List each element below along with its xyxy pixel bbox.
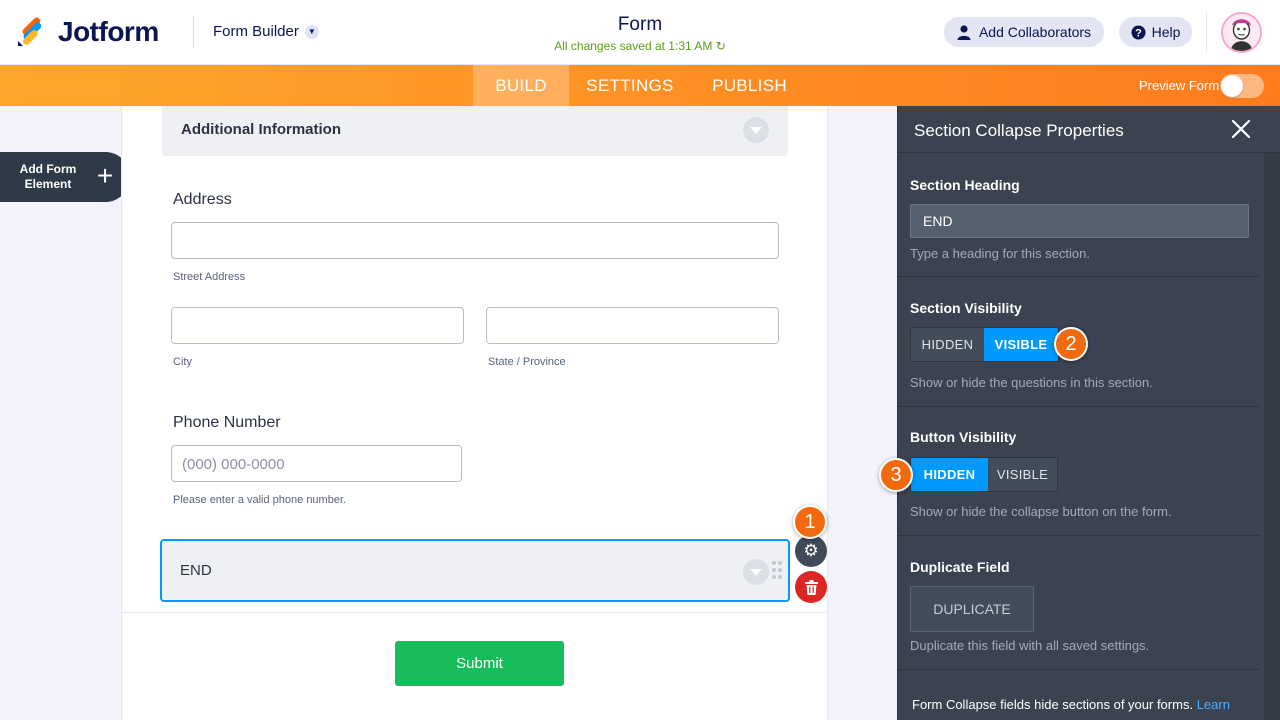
section-hidden-option[interactable]: HIDDEN (911, 328, 984, 361)
city-input[interactable] (171, 307, 464, 344)
trash-icon (804, 579, 818, 595)
prop-section-heading: Section Heading END Type a heading for t… (898, 153, 1260, 277)
collapse-caret-icon[interactable] (743, 559, 769, 585)
prop-title: Button Visibility (910, 429, 1017, 445)
add-collaborators-button[interactable]: Add Collaborators (944, 17, 1104, 47)
preview-form-toggle[interactable] (1220, 74, 1264, 98)
panel-title: Section Collapse Properties (914, 121, 1124, 140)
add-collaborators-label: Add Collaborators (978, 24, 1092, 40)
state-sublabel: State / Province (488, 356, 566, 368)
avatar-image (1223, 14, 1260, 51)
prop-title: Section Heading (910, 177, 1020, 193)
address-label: Address (173, 191, 232, 208)
prop-help: Type a heading for this section. (910, 246, 1090, 261)
prop-title: Section Visibility (910, 300, 1022, 316)
delete-field-button[interactable] (795, 571, 827, 603)
prop-title: Duplicate Field (910, 559, 1010, 575)
collapse-caret-icon[interactable] (743, 117, 769, 143)
help-icon: ? (1131, 25, 1146, 39)
street-address-sublabel: Street Address (173, 271, 246, 283)
section-collapse-end[interactable]: END (160, 539, 790, 602)
gear-icon: ⚙ (803, 541, 819, 560)
save-status-text: All changes saved at 1:31 AM (554, 39, 713, 53)
preview-form-label: Preview Form (1139, 78, 1220, 93)
refresh-icon: ↻ (715, 39, 726, 53)
step-badge-1: 1 (793, 505, 827, 539)
state-input[interactable] (486, 307, 779, 344)
section-visibility-toggle: HIDDEN VISIBLE (910, 327, 1059, 362)
prop-help: Show or hide the questions in this secti… (910, 375, 1153, 390)
canvas-divider (122, 612, 827, 613)
step-badge-3: 3 (879, 458, 913, 492)
button-visibility-toggle: HIDDEN VISIBLE (910, 457, 1058, 492)
note-text: Form Collapse fields hide sections of yo… (912, 697, 1194, 712)
properties-panel: Section Collapse Properties Section Head… (897, 106, 1280, 720)
prop-help: Duplicate this field with all saved sett… (910, 638, 1150, 653)
panel-scrollbar[interactable] (1264, 153, 1280, 720)
prop-duplicate-field: Duplicate Field DUPLICATE Duplicate this… (898, 536, 1260, 670)
section-heading-input[interactable]: END (910, 204, 1249, 238)
prop-help: Show or hide the collapse button on the … (910, 504, 1172, 519)
duplicate-button[interactable]: DUPLICATE (910, 586, 1034, 632)
phone-input[interactable]: (000) 000-0000 (171, 445, 462, 482)
panel-header: Section Collapse Properties (898, 106, 1280, 153)
tab-build[interactable]: BUILD (473, 65, 569, 106)
section-visible-option[interactable]: VISIBLE (984, 328, 1058, 361)
button-hidden-option[interactable]: HIDDEN (911, 458, 988, 491)
help-label: Help (1151, 24, 1181, 40)
learn-more-link[interactable]: Learn (1197, 697, 1230, 712)
phone-label: Phone Number (173, 414, 281, 431)
section-title: Additional Information (181, 121, 341, 138)
close-icon[interactable] (1230, 118, 1252, 140)
button-visible-option[interactable]: VISIBLE (988, 458, 1057, 491)
panel-info-note: Form Collapse fields hide sections of yo… (912, 697, 1230, 712)
user-icon (957, 24, 971, 40)
header-divider-right (1206, 12, 1207, 52)
help-button[interactable]: ? Help (1119, 17, 1192, 47)
builder-nav: BUILD SETTINGS PUBLISH Preview Form (0, 65, 1280, 106)
field-properties-gear-button[interactable]: ⚙ (795, 535, 827, 567)
city-sublabel: City (173, 356, 192, 368)
avatar[interactable] (1221, 12, 1262, 53)
street-address-input[interactable] (171, 222, 779, 259)
add-form-element-label: Add Form Element (19, 162, 77, 191)
phone-sublabel: Please enter a valid phone number. (173, 494, 347, 506)
top-header: Jotform Form Builder ▼ Form All changes … (0, 0, 1280, 65)
tab-settings[interactable]: SETTINGS (580, 65, 680, 106)
drag-handle-icon[interactable] (772, 561, 782, 579)
svg-text:?: ? (1135, 27, 1142, 39)
add-form-element-button[interactable]: Add Form Element + (0, 152, 130, 202)
prop-button-visibility: Button Visibility HIDDEN VISIBLE Show or… (898, 407, 1260, 536)
submit-button[interactable]: Submit (395, 641, 564, 686)
phone-placeholder: (000) 000-0000 (182, 456, 285, 473)
step-badge-2: 2 (1054, 327, 1088, 361)
toggle-knob (1221, 75, 1243, 97)
section-collapse-additional-info[interactable]: Additional Information (162, 106, 788, 156)
end-section-title: END (180, 562, 212, 579)
tab-publish[interactable]: PUBLISH (703, 65, 796, 106)
